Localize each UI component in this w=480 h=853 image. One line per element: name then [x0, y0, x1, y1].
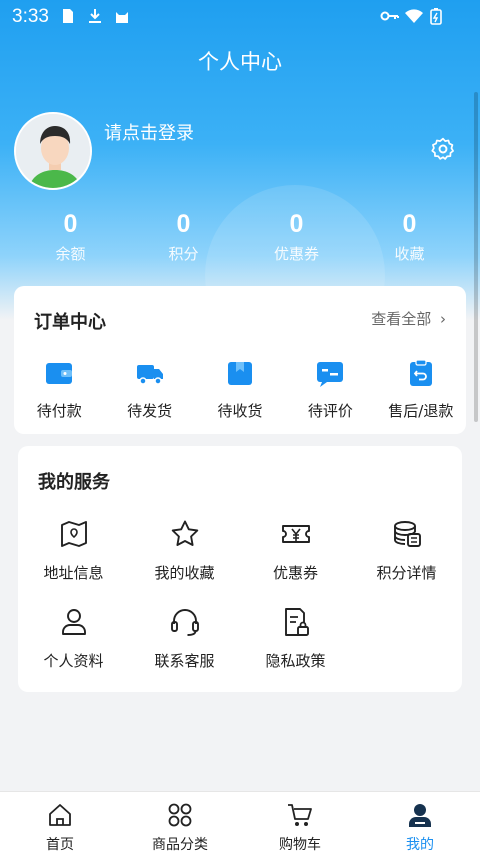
service-profile[interactable]: 个人资料	[18, 606, 129, 671]
tab-label: 商品分类	[152, 837, 208, 853]
key-icon	[380, 11, 399, 21]
tab-home[interactable]: 首页	[0, 792, 120, 853]
service-label: 个人资料	[43, 652, 104, 670]
ticket-icon	[281, 525, 310, 543]
stat-balance[interactable]: 0 余额	[14, 210, 127, 270]
stat-label: 余额	[55, 245, 86, 263]
order-center-title: 订单中心	[34, 312, 106, 333]
truck-icon	[136, 365, 163, 385]
login-prompt[interactable]: 请点击登录	[104, 119, 194, 145]
view-all-label: 查看全部	[371, 310, 432, 328]
order-center-card: 订单中心 查看全部 › 待付款 待发货 待收货 待评价 售后/退款	[14, 286, 466, 434]
order-item-label: 待评价	[307, 402, 353, 420]
settings-gear-icon[interactable]	[430, 136, 456, 162]
order-pending-shipment[interactable]: 待发货	[104, 358, 194, 421]
service-label: 积分详情	[376, 564, 437, 582]
order-item-label: 待发货	[127, 402, 173, 420]
service-label: 优惠券	[272, 564, 318, 582]
headset-icon	[170, 609, 199, 636]
order-pending-payment[interactable]: 待付款	[14, 358, 104, 421]
stat-value: 0	[402, 210, 417, 238]
order-item-label: 待付款	[36, 402, 82, 420]
stat-points[interactable]: 0 积分	[127, 210, 240, 270]
my-services-title: 我的服务	[38, 472, 110, 493]
stats-row: 0 余额 0 积分 0 优惠券 0 收藏	[14, 210, 466, 270]
order-pending-receipt[interactable]: 待收货	[195, 358, 285, 421]
tab-label: 我的	[406, 837, 434, 853]
order-item-label: 售后/退款	[388, 402, 454, 420]
grid-icon	[168, 803, 192, 827]
status-time: 3:33	[12, 6, 49, 27]
download-icon	[89, 9, 101, 23]
tab-label: 购物车	[279, 837, 321, 853]
review-icon	[317, 362, 344, 387]
chevron-right-icon: ›	[440, 310, 446, 328]
tab-cart[interactable]: 购物车	[240, 792, 360, 853]
my-services-card: 我的服务 地址信息 我的收藏 优惠券 积分详情 个人资料 联系客服 隐私政策	[18, 446, 462, 692]
coins-icon	[393, 521, 421, 547]
service-label: 联系客服	[154, 652, 215, 670]
service-favorites[interactable]: 我的收藏	[129, 518, 240, 583]
stat-value: 0	[63, 210, 78, 238]
scrollbar[interactable]	[474, 92, 478, 422]
stat-label: 积分	[168, 245, 199, 263]
tab-label: 首页	[46, 837, 74, 853]
page-title: 个人中心	[198, 50, 282, 74]
order-status-row: 待付款 待发货 待收货 待评价 售后/退款	[14, 358, 466, 421]
avatar[interactable]	[14, 112, 92, 190]
policy-lock-icon	[284, 608, 309, 636]
service-address[interactable]: 地址信息	[18, 518, 129, 583]
service-label: 我的收藏	[154, 564, 215, 582]
cart-icon	[288, 804, 312, 826]
order-pending-review[interactable]: 待评价	[285, 358, 375, 421]
map-icon	[60, 521, 87, 547]
stat-label: 优惠券	[273, 245, 319, 263]
stat-label: 收藏	[394, 245, 425, 263]
stat-value: 0	[289, 210, 304, 238]
tab-mine[interactable]: 我的	[360, 792, 480, 853]
status-bar: 3:33	[0, 0, 480, 34]
user-icon	[61, 609, 86, 635]
stat-favorites[interactable]: 0 收藏	[353, 210, 466, 270]
tab-categories[interactable]: 商品分类	[120, 792, 240, 853]
service-customer-support[interactable]: 联系客服	[129, 606, 240, 671]
wifi-icon	[405, 9, 423, 23]
service-privacy-policy[interactable]: 隐私政策	[240, 606, 351, 671]
refund-icon	[409, 359, 432, 386]
service-coupons[interactable]: 优惠券	[240, 518, 351, 583]
service-label: 隐私政策	[265, 652, 326, 670]
order-after-sales[interactable]: 售后/退款	[376, 358, 466, 421]
view-all-orders-link[interactable]: 查看全部 ›	[371, 308, 446, 329]
sim-icon	[63, 9, 73, 23]
stat-value: 0	[176, 210, 191, 238]
person-icon	[409, 804, 431, 827]
service-points[interactable]: 积分详情	[351, 518, 462, 583]
service-label: 地址信息	[43, 564, 104, 582]
home-icon	[49, 804, 71, 826]
bottom-tab-bar: 首页 商品分类 购物车 我的	[0, 791, 480, 853]
order-item-label: 待收货	[217, 402, 263, 420]
battery-icon	[430, 8, 442, 25]
box-icon	[228, 362, 253, 385]
wallet-icon	[46, 363, 73, 384]
cat-icon	[116, 12, 128, 23]
star-icon	[171, 520, 198, 546]
stat-coupons[interactable]: 0 优惠券	[240, 210, 353, 270]
